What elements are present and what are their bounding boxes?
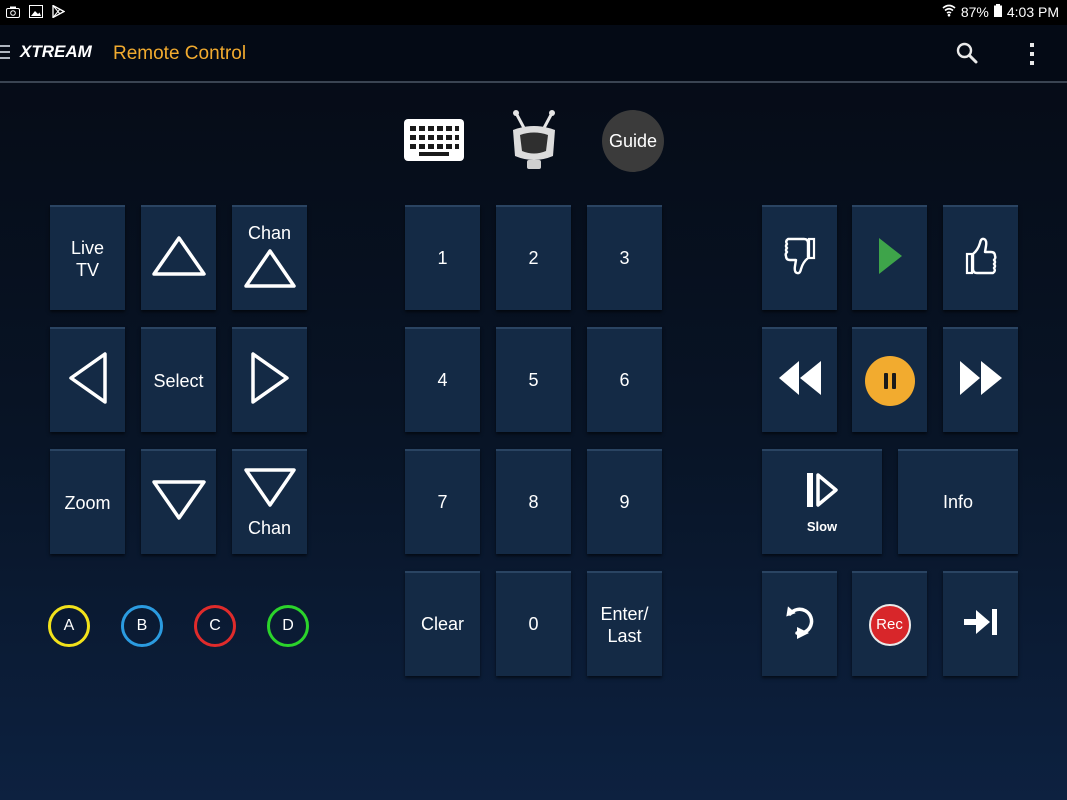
zoom-label: Zoom xyxy=(64,492,111,513)
thumbs-down-button[interactable] xyxy=(762,205,837,310)
numpad-key-2-label: 2 xyxy=(528,248,539,268)
numpad-key-3[interactable]: 3 xyxy=(587,205,662,310)
screenshot-icon xyxy=(6,5,20,21)
numpad-key-5[interactable]: 5 xyxy=(496,327,571,432)
select-button[interactable]: Select xyxy=(141,327,216,432)
channel-down-button[interactable]: Chan xyxy=(232,449,307,554)
rewind-icon xyxy=(777,359,823,402)
channel-down-icon xyxy=(243,466,297,513)
numpad-key-1[interactable]: 1 xyxy=(405,205,480,310)
live-tv-button[interactable]: Live TV xyxy=(50,205,125,310)
right-arrow-button[interactable] xyxy=(232,327,307,432)
numpad-key-8[interactable]: 8 xyxy=(496,449,571,554)
numpad-key-1-label: 1 xyxy=(437,248,448,268)
enter-last-label: Enter/ Last xyxy=(600,603,649,646)
numpad-key-5-label: 5 xyxy=(528,370,539,390)
play-icon xyxy=(877,237,903,280)
color-button-c[interactable]: C xyxy=(194,605,236,647)
play-button[interactable] xyxy=(852,205,927,310)
numpad-key-9[interactable]: 9 xyxy=(587,449,662,554)
color-button-b-label: B xyxy=(136,617,148,634)
numpad-key-3-label: 3 xyxy=(619,248,630,268)
keyboard-icon[interactable] xyxy=(404,119,464,166)
slow-label: Slow xyxy=(806,518,838,534)
slow-button[interactable]: Slow xyxy=(762,449,882,554)
thumbs-up-icon xyxy=(965,236,997,281)
numpad-key-2[interactable]: 2 xyxy=(496,205,571,310)
enter-last-button[interactable]: Enter/ Last xyxy=(587,571,662,676)
down-arrow-button[interactable] xyxy=(141,449,216,554)
battery-icon xyxy=(993,4,1002,20)
app-bar: XTREAM Remote Control xyxy=(0,25,1067,83)
channel-up-label: Chan xyxy=(247,223,292,243)
skip-to-end-button[interactable] xyxy=(943,571,1018,676)
right-arrow-icon xyxy=(249,351,291,410)
record-button[interactable]: Rec xyxy=(852,571,927,676)
numpad-key-7[interactable]: 7 xyxy=(405,449,480,554)
replay-button[interactable] xyxy=(762,571,837,676)
info-button[interactable]: Info xyxy=(898,449,1018,554)
guide-label: Guide xyxy=(608,130,658,151)
clear-label: Clear xyxy=(420,614,464,634)
wifi-icon xyxy=(942,4,956,20)
up-arrow-button[interactable] xyxy=(141,205,216,310)
page-title: Remote Control xyxy=(113,43,247,64)
play-store-icon xyxy=(52,4,66,21)
numpad-key-7-label: 7 xyxy=(437,492,448,512)
zoom-button[interactable]: Zoom xyxy=(50,449,125,554)
thumbs-down-icon xyxy=(783,236,816,281)
info-label: Info xyxy=(942,492,974,512)
color-button-c-label: C xyxy=(209,617,221,634)
image-icon xyxy=(29,5,43,21)
tivo-icon[interactable] xyxy=(511,110,557,177)
xtream-logo: XTREAM xyxy=(20,42,92,61)
thumbs-up-button[interactable] xyxy=(943,205,1018,310)
replay-icon xyxy=(783,603,817,646)
numpad-key-0[interactable]: 0 xyxy=(496,571,571,676)
rewind-button[interactable] xyxy=(762,327,837,432)
color-button-a[interactable]: A xyxy=(48,605,90,647)
color-button-d-label: D xyxy=(282,617,294,634)
record-label: Rec xyxy=(876,616,903,633)
select-label: Select xyxy=(153,370,204,391)
pause-icon xyxy=(864,355,915,406)
search-icon[interactable] xyxy=(956,42,978,69)
color-button-a-label: A xyxy=(63,617,75,634)
skip-to-end-icon xyxy=(962,607,1000,642)
down-arrow-icon xyxy=(151,478,207,527)
numpad-key-0-label: 0 xyxy=(528,614,539,634)
record-icon: Rec xyxy=(868,603,911,646)
color-button-b[interactable]: B xyxy=(121,605,163,647)
fast-forward-button[interactable] xyxy=(943,327,1018,432)
numpad-key-4-label: 4 xyxy=(437,370,448,390)
numpad-key-6[interactable]: 6 xyxy=(587,327,662,432)
numpad-key-9-label: 9 xyxy=(619,492,630,512)
channel-up-button[interactable]: Chan xyxy=(232,205,307,310)
numpad-key-6-label: 6 xyxy=(619,370,630,390)
left-arrow-button[interactable] xyxy=(50,327,125,432)
fast-forward-icon xyxy=(958,359,1004,402)
channel-down-label: Chan xyxy=(247,518,292,538)
slow-icon xyxy=(805,472,839,513)
pause-button[interactable] xyxy=(852,327,927,432)
color-button-d[interactable]: D xyxy=(267,605,309,647)
clock: 4:03 PM xyxy=(1006,4,1059,20)
left-arrow-icon xyxy=(67,351,109,410)
up-arrow-icon xyxy=(151,234,207,283)
overflow-menu-icon[interactable] xyxy=(1028,42,1036,71)
guide-button[interactable]: Guide xyxy=(602,110,664,172)
numpad-key-4[interactable]: 4 xyxy=(405,327,480,432)
battery-percent: 87% xyxy=(960,4,989,20)
channel-up-icon xyxy=(243,248,297,295)
hamburger-menu-icon[interactable] xyxy=(0,45,10,64)
clear-button[interactable]: Clear xyxy=(405,571,480,676)
status-bar: 87% 4:03 PM xyxy=(0,0,1067,25)
numpad-key-8-label: 8 xyxy=(528,492,539,512)
live-tv-label: Live TV xyxy=(70,237,105,280)
